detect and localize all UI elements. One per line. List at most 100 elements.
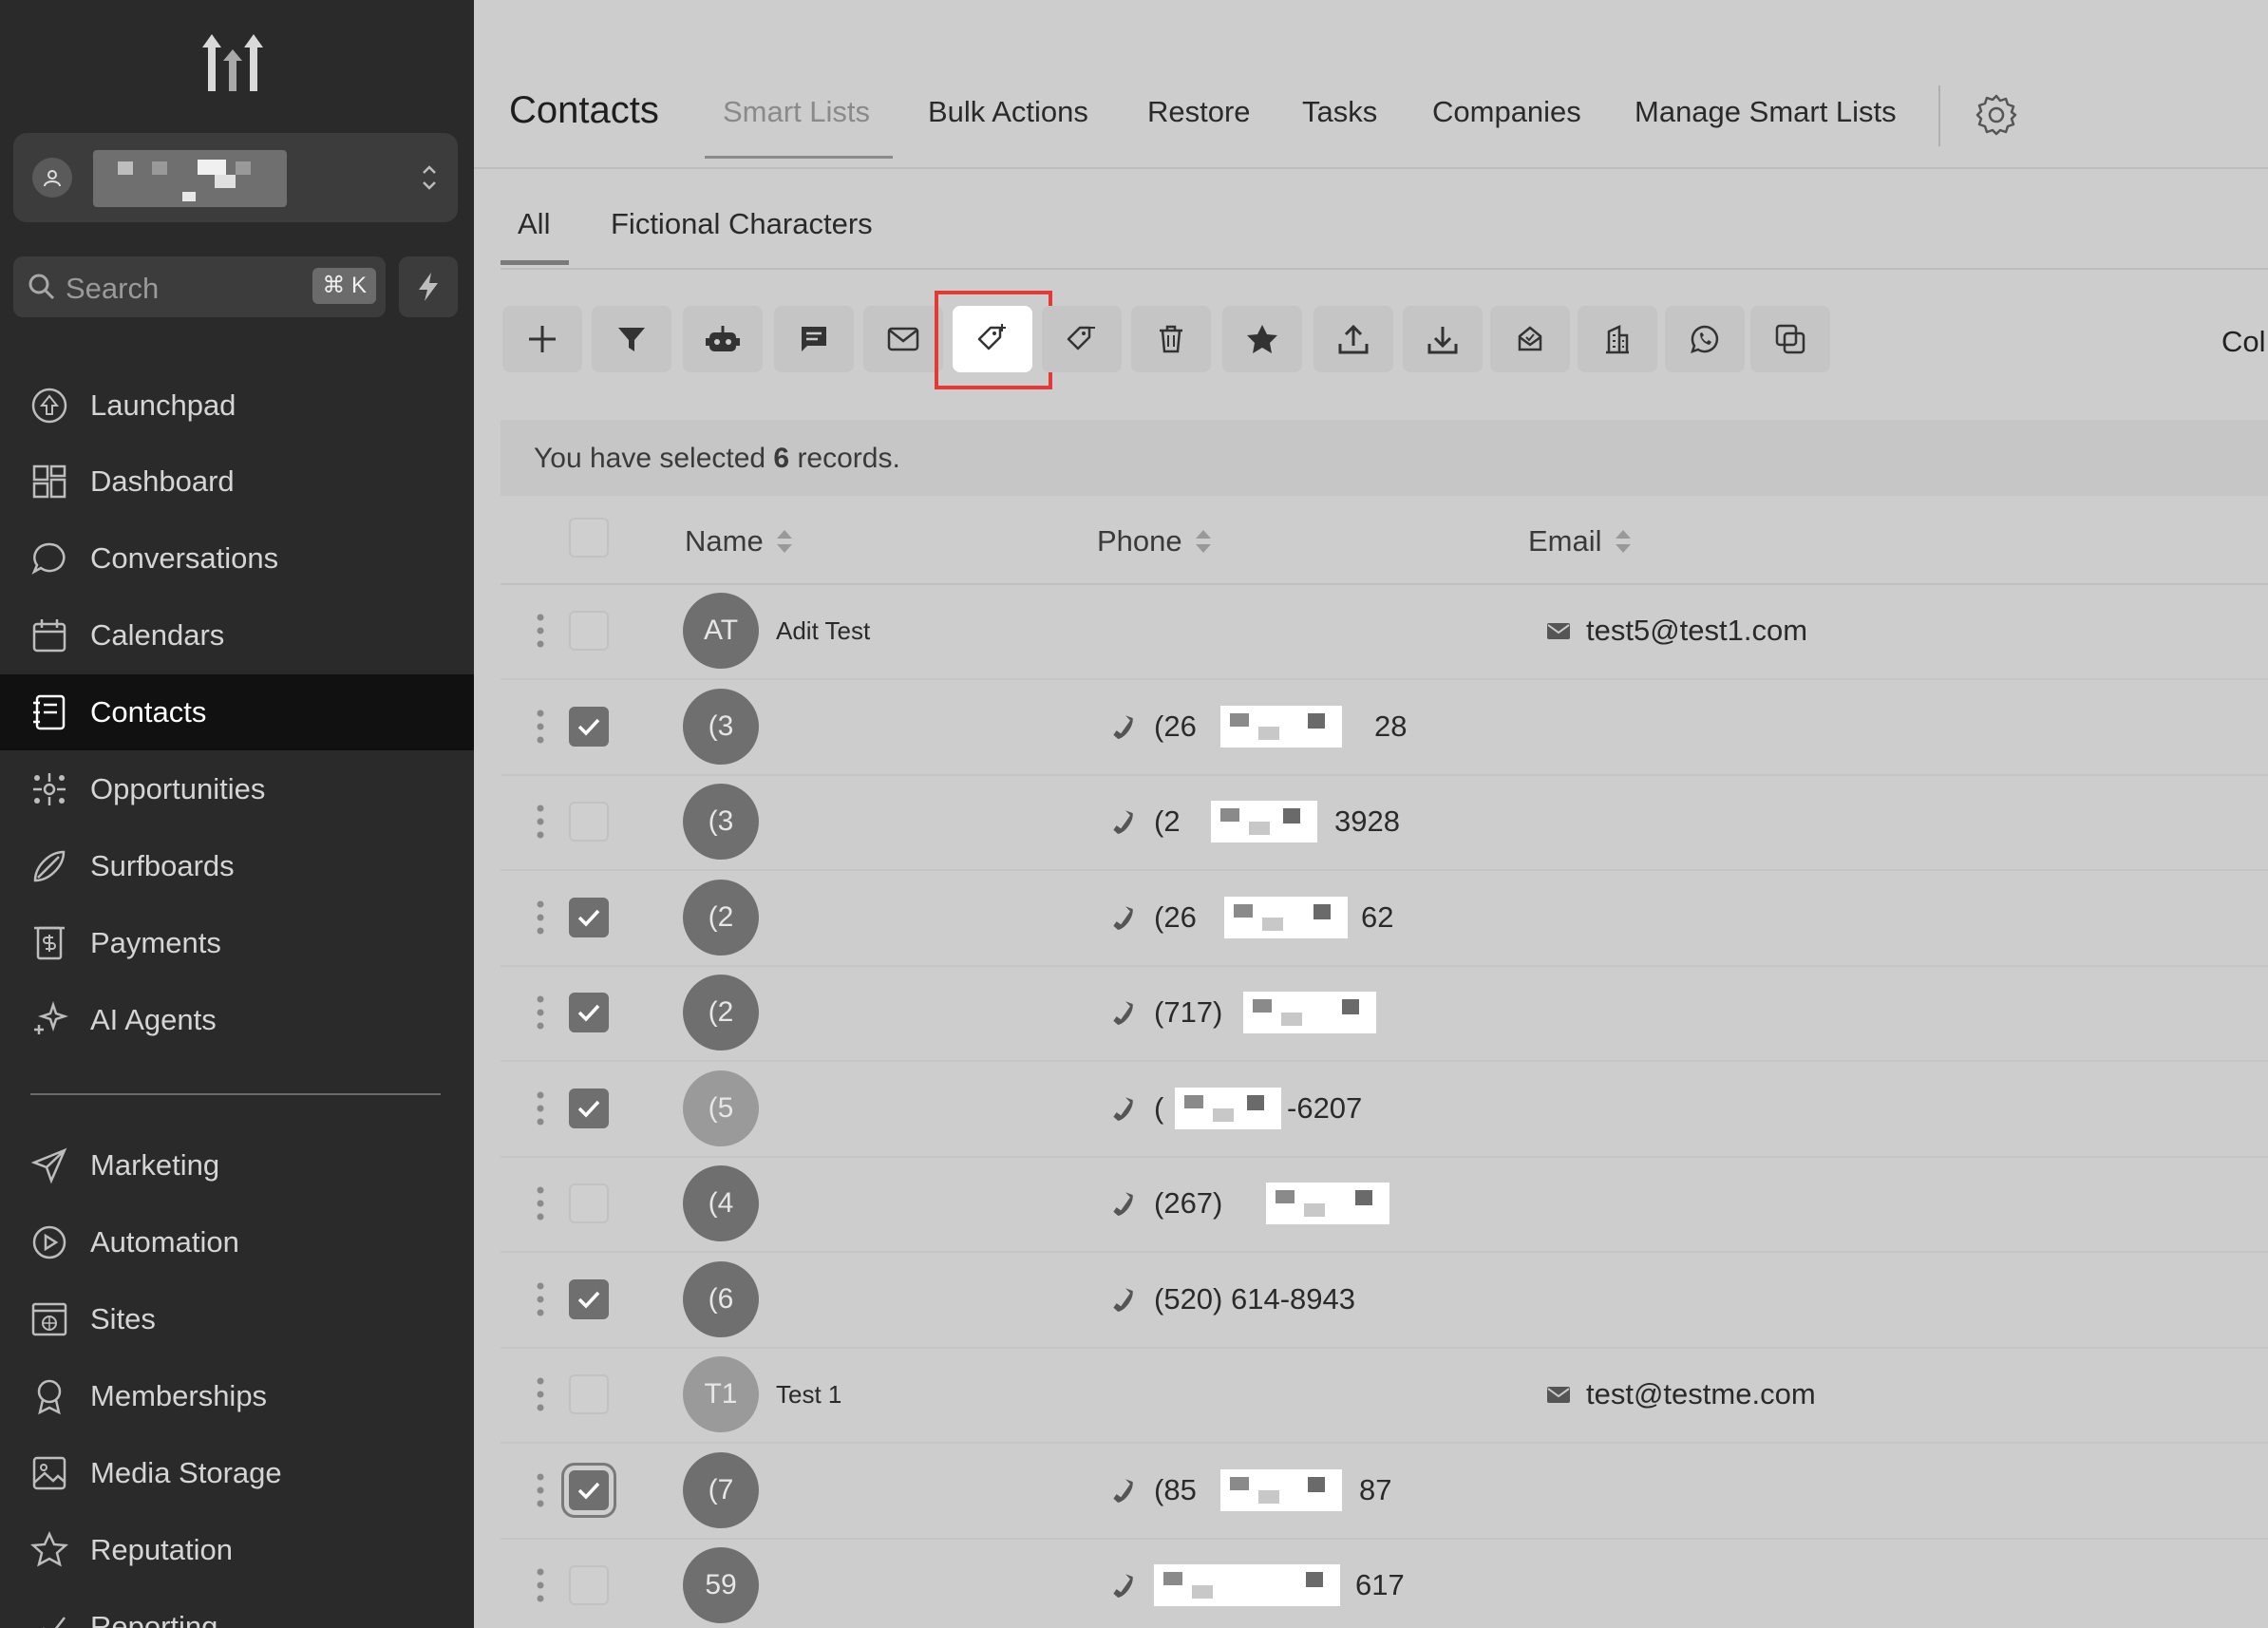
- contact-phone[interactable]: (: [1154, 1091, 1163, 1126]
- tab-restore[interactable]: Restore: [1147, 95, 1251, 129]
- contact-email[interactable]: test@testme.com: [1586, 1377, 1816, 1411]
- email-verification-button[interactable]: [1490, 306, 1570, 372]
- add-to-workflow-button[interactable]: [683, 306, 763, 372]
- table-row[interactable]: (2 (26 62: [501, 870, 2268, 967]
- sidebar-item-memberships[interactable]: Memberships: [0, 1358, 474, 1434]
- table-row[interactable]: AT Adit Test test5@test1.com: [501, 583, 2268, 680]
- subtab-all[interactable]: All: [518, 207, 550, 241]
- filter-button[interactable]: [592, 306, 671, 372]
- send-sms-button[interactable]: [774, 306, 854, 372]
- tab-tasks[interactable]: Tasks: [1302, 95, 1377, 129]
- quick-actions-button[interactable]: [399, 256, 458, 317]
- sidebar-item-conversations[interactable]: Conversations: [0, 521, 474, 596]
- row-checkbox[interactable]: [569, 1469, 609, 1510]
- contact-phone[interactable]: (2: [1154, 805, 1181, 839]
- avatar[interactable]: (4: [683, 1165, 759, 1241]
- table-row[interactable]: (6 (520) 614-8943: [501, 1252, 2268, 1349]
- drag-handle-icon[interactable]: [537, 994, 544, 1032]
- table-row[interactable]: (5 (-6207: [501, 1061, 2268, 1158]
- drag-handle-icon[interactable]: [537, 708, 544, 746]
- sidebar-item-marketing[interactable]: Marketing: [0, 1127, 474, 1203]
- row-checkbox[interactable]: [569, 897, 609, 937]
- avatar[interactable]: (5: [683, 1070, 759, 1146]
- add-to-company-button[interactable]: [1578, 306, 1657, 372]
- contact-phone[interactable]: (520) 614-8943: [1154, 1282, 1355, 1316]
- column-header-email[interactable]: Email: [1528, 524, 1633, 558]
- sidebar-item-reputation[interactable]: Reputation: [0, 1512, 474, 1588]
- whatsapp-button[interactable]: [1665, 306, 1745, 372]
- table-row[interactable]: (7 (85 87: [501, 1443, 2268, 1540]
- avatar[interactable]: T1: [683, 1356, 759, 1432]
- sidebar-item-calendars[interactable]: Calendars: [0, 597, 474, 673]
- row-checkbox[interactable]: [569, 611, 609, 651]
- sidebar-item-ai-agents[interactable]: AI Agents: [0, 982, 474, 1058]
- row-checkbox[interactable]: [569, 802, 609, 842]
- row-checkbox[interactable]: [569, 1374, 609, 1414]
- table-row[interactable]: 59 617: [501, 1538, 2268, 1628]
- contact-email[interactable]: test5@test1.com: [1586, 614, 1807, 648]
- drag-handle-icon[interactable]: [537, 1089, 544, 1127]
- avatar[interactable]: (6: [683, 1260, 759, 1337]
- contact-name[interactable]: Adit Test: [776, 616, 870, 646]
- sidebar-item-dashboard[interactable]: Dashboard: [0, 444, 474, 520]
- sidebar-item-surfboards[interactable]: Surfboards: [0, 828, 474, 904]
- drag-handle-icon[interactable]: [537, 899, 544, 937]
- sidebar-item-payments[interactable]: Payments: [0, 905, 474, 981]
- tab-manage-smart-lists[interactable]: Manage Smart Lists: [1635, 95, 1897, 129]
- table-row[interactable]: (3 (26 28: [501, 679, 2268, 776]
- avatar[interactable]: (2: [683, 879, 759, 956]
- sidebar-item-media-storage[interactable]: Media Storage: [0, 1435, 474, 1511]
- contact-phone[interactable]: (267): [1154, 1186, 1222, 1221]
- drag-handle-icon[interactable]: [537, 1184, 544, 1222]
- row-checkbox[interactable]: [569, 706, 609, 747]
- tab-companies[interactable]: Companies: [1432, 95, 1581, 129]
- avatar[interactable]: AT: [683, 593, 759, 669]
- row-checkbox[interactable]: [569, 1565, 609, 1605]
- send-email-button[interactable]: [863, 306, 943, 372]
- drag-handle-icon[interactable]: [537, 1375, 544, 1413]
- contact-phone[interactable]: (85: [1154, 1473, 1197, 1507]
- sidebar-item-reporting[interactable]: Reporting: [0, 1589, 474, 1628]
- remove-tag-button[interactable]: [1042, 306, 1122, 372]
- contact-phone[interactable]: (717): [1154, 995, 1222, 1030]
- table-row[interactable]: T1 Test 1 test@testme.com: [501, 1347, 2268, 1444]
- avatar[interactable]: (3: [683, 784, 759, 860]
- contact-phone[interactable]: (26: [1154, 900, 1197, 935]
- tab-bulk-actions[interactable]: Bulk Actions: [928, 95, 1088, 129]
- avatar[interactable]: (3: [683, 688, 759, 765]
- import-button[interactable]: [1403, 306, 1483, 372]
- delete-button[interactable]: [1131, 306, 1211, 372]
- export-button[interactable]: [1314, 306, 1393, 372]
- avatar[interactable]: 59: [683, 1547, 759, 1623]
- search-box[interactable]: Search ⌘ K: [13, 256, 386, 317]
- avatar[interactable]: (7: [683, 1451, 759, 1528]
- table-row[interactable]: (4 (267): [501, 1156, 2268, 1253]
- row-checkbox[interactable]: [569, 1088, 609, 1128]
- sidebar-item-launchpad[interactable]: Launchpad: [0, 368, 474, 444]
- sidebar-item-opportunities[interactable]: Opportunities: [0, 751, 474, 827]
- column-header-phone[interactable]: Phone: [1097, 524, 1213, 558]
- row-checkbox[interactable]: [569, 1183, 609, 1223]
- avatar[interactable]: (2: [683, 975, 759, 1051]
- drag-handle-icon[interactable]: [537, 1280, 544, 1318]
- sidebar-item-automation[interactable]: Automation: [0, 1204, 474, 1280]
- review-request-button[interactable]: [1222, 306, 1302, 372]
- drag-handle-icon[interactable]: [537, 1471, 544, 1509]
- select-all-checkbox[interactable]: [569, 518, 609, 558]
- drag-handle-icon[interactable]: [537, 803, 544, 841]
- row-checkbox[interactable]: [569, 993, 609, 1032]
- table-row[interactable]: (2 (717): [501, 965, 2268, 1062]
- settings-gear-icon[interactable]: [1975, 93, 2018, 137]
- account-switcher[interactable]: [13, 133, 458, 222]
- sidebar-item-sites[interactable]: Sites: [0, 1281, 474, 1357]
- table-row[interactable]: (3 (2 3928: [501, 774, 2268, 871]
- contact-phone[interactable]: (26: [1154, 710, 1197, 744]
- column-header-name[interactable]: Name: [685, 524, 794, 558]
- subtab-fictional-characters[interactable]: Fictional Characters: [611, 207, 873, 241]
- columns-button[interactable]: Col: [2221, 325, 2266, 359]
- drag-handle-icon[interactable]: [537, 1566, 544, 1604]
- sidebar-item-contacts[interactable]: Contacts: [0, 674, 474, 750]
- merge-button[interactable]: [1750, 306, 1830, 372]
- drag-handle-icon[interactable]: [537, 612, 544, 650]
- row-checkbox[interactable]: [569, 1278, 609, 1319]
